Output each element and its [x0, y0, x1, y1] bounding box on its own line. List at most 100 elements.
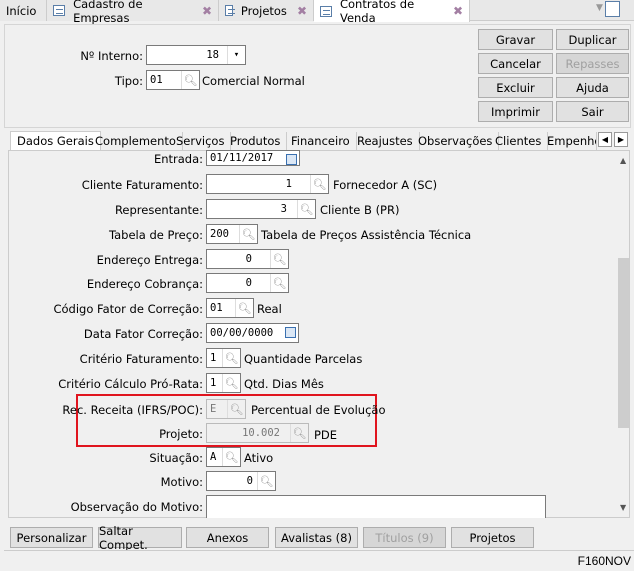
tipo-label: Tipo:	[114, 74, 143, 88]
criterio-faturamento-label: Critério Faturamento:	[79, 352, 203, 366]
representante-input[interactable]: 3 🔍︎	[206, 199, 316, 219]
endereco-entrega-label: Endereço Entrega:	[96, 253, 203, 267]
search-icon[interactable]: 🔍︎	[297, 200, 315, 218]
imprimir-button[interactable]: Imprimir	[478, 101, 553, 122]
rec-receita-input: E 🔍︎	[206, 399, 246, 419]
search-icon[interactable]: 🔍︎	[270, 250, 288, 268]
tab-label: Início	[6, 3, 37, 18]
tab-label: Projetos	[240, 3, 287, 18]
criterio-faturamento-input[interactable]: 1 🔍︎	[206, 348, 241, 368]
scrollbar-thumb[interactable]	[618, 258, 629, 428]
form-icon	[225, 5, 235, 16]
search-icon[interactable]: 🔍︎	[222, 349, 240, 367]
projeto-input: 10.002 🔍︎	[206, 423, 309, 443]
data-fator-input[interactable]: 00/00/0000	[206, 323, 299, 343]
scroll-tabs-right-icon[interactable]: ▶	[614, 132, 628, 147]
search-icon[interactable]: 🔍︎	[235, 299, 253, 317]
tabela-preco-input[interactable]: 200 🔍︎	[206, 224, 258, 244]
tab-list-dropdown-icon[interactable]: ▼	[596, 3, 603, 13]
cliente-faturamento-description: Fornecedor A (SC)	[333, 178, 438, 192]
endereco-cobranca-label: Endereço Cobrança:	[86, 277, 203, 291]
calendar-icon[interactable]	[285, 327, 296, 338]
scroll-tabs-left-icon[interactable]: ◀	[598, 132, 612, 147]
close-icon[interactable]: ✖	[453, 4, 463, 18]
subtab-complemento[interactable]: Complemento	[89, 132, 183, 150]
tabela-preco-label: Tabela de Preço:	[109, 228, 203, 242]
subtab-observacoes[interactable]: Observações	[412, 132, 500, 150]
cliente-faturamento-label: Cliente Faturamento:	[81, 178, 203, 192]
tab-cadastro-empresas[interactable]: Cadastro de Empresas ✖	[47, 0, 219, 25]
search-icon: 🔍︎	[290, 424, 308, 442]
codigo-fator-label: Código Fator de Correção:	[53, 302, 203, 316]
calendar-icon[interactable]	[286, 154, 297, 165]
entrada-label: Entrada:	[153, 152, 203, 166]
subtab-reajustes[interactable]: Reajustes	[351, 132, 420, 150]
criterio-pro-rata-label: Critério Cálculo Pró-Rata:	[58, 377, 203, 391]
subtab-servicos[interactable]: Serviços	[170, 132, 232, 150]
observacao-motivo-textarea[interactable]	[206, 495, 546, 518]
endereco-cobranca-input[interactable]: 0 🔍︎	[206, 273, 289, 293]
subtab-financeiro[interactable]: Financeiro	[285, 132, 357, 150]
anexos-button[interactable]: Anexos	[186, 527, 269, 548]
scroll-down-icon[interactable]: ▼	[620, 503, 626, 512]
personalizar-button[interactable]: Personalizar	[10, 527, 93, 548]
tab-bar: Início Cadastro de Empresas ✖ Projetos ✖ C…	[0, 0, 634, 25]
tab-projetos[interactable]: Projetos ✖	[219, 0, 314, 21]
sair-button[interactable]: Sair	[556, 101, 629, 122]
subtab-empenhos[interactable]: Empenhos	[541, 132, 597, 150]
cliente-faturamento-input[interactable]: 1 🔍︎	[206, 174, 329, 194]
ajuda-button[interactable]: Ajuda	[556, 77, 629, 98]
projetos-button[interactable]: Projetos	[451, 527, 534, 548]
representante-description: Cliente B (PR)	[320, 203, 400, 217]
situacao-label: Situação:	[149, 451, 203, 465]
tipo-description: Comercial Normal	[202, 74, 305, 88]
situacao-input[interactable]: A 🔍︎	[206, 447, 241, 467]
motivo-label: Motivo:	[160, 475, 203, 489]
tab-inicio[interactable]: Início	[0, 0, 47, 21]
criterio-pro-rata-description: Qtd. Dias Mês	[244, 377, 324, 391]
search-icon[interactable]: 🔍︎	[270, 274, 288, 292]
observacao-motivo-label: Observação do Motivo:	[70, 500, 203, 514]
representante-label: Representante:	[114, 203, 203, 217]
close-icon[interactable]: ✖	[297, 4, 307, 18]
search-icon[interactable]: 🔍︎	[257, 472, 275, 490]
codigo-fator-description: Real	[257, 302, 282, 316]
avalistas-button[interactable]: Avalistas (8)	[275, 527, 358, 548]
tipo-input[interactable]: 01 🔍︎	[146, 70, 200, 90]
vertical-scrollbar[interactable]: ▲ ▼	[616, 151, 629, 517]
numero-interno-label: Nº Interno:	[80, 49, 143, 63]
search-icon[interactable]: 🔍︎	[222, 448, 240, 466]
numero-interno-input[interactable]: 18 ▾	[146, 45, 246, 65]
gravar-button[interactable]: Gravar	[478, 29, 553, 50]
search-icon[interactable]: 🔍︎	[239, 225, 257, 243]
entrada-input[interactable]: 01/11/2017	[206, 150, 300, 166]
excluir-button[interactable]: Excluir	[478, 77, 553, 98]
projeto-description: PDE	[314, 428, 338, 442]
tab-label: Contratos de Venda	[339, 0, 415, 25]
search-icon[interactable]: 🔍︎	[310, 175, 328, 193]
spin-icon[interactable]: ▾	[227, 46, 245, 64]
codigo-fator-input[interactable]: 01 🔍︎	[206, 298, 254, 318]
form-icon	[53, 5, 66, 16]
subtab-dados-gerais[interactable]: Dados Gerais	[10, 131, 101, 151]
screen-code: F160NOV	[577, 554, 631, 568]
endereco-entrega-input[interactable]: 0 🔍︎	[206, 249, 289, 269]
search-icon: 🔍︎	[227, 400, 245, 418]
cancelar-button[interactable]: Cancelar	[478, 53, 553, 74]
tab-label: Cadastro de Empresas	[73, 0, 143, 25]
subtab-clientes[interactable]: Clientes	[489, 132, 549, 150]
window-icon[interactable]	[605, 1, 620, 17]
search-icon[interactable]: 🔍︎	[181, 71, 199, 89]
scroll-up-icon[interactable]: ▲	[620, 156, 626, 165]
rec-receita-label: Rec. Receita (IFRS/POC):	[62, 403, 203, 417]
search-icon[interactable]: 🔍︎	[222, 374, 240, 392]
saltar-compet-button[interactable]: Saltar Compet.	[98, 524, 182, 552]
projeto-label: Projeto:	[159, 427, 203, 441]
close-icon[interactable]: ✖	[202, 4, 212, 18]
criterio-pro-rata-input[interactable]: 1 🔍︎	[206, 373, 241, 393]
duplicar-button[interactable]: Duplicar	[556, 29, 629, 50]
subtab-produtos[interactable]: Produtos	[224, 132, 288, 150]
tab-contratos-venda[interactable]: Contratos de Venda ✖	[314, 0, 470, 25]
titulos-button: Títulos (9)	[363, 527, 446, 548]
motivo-input[interactable]: 0 🔍︎	[206, 471, 276, 491]
